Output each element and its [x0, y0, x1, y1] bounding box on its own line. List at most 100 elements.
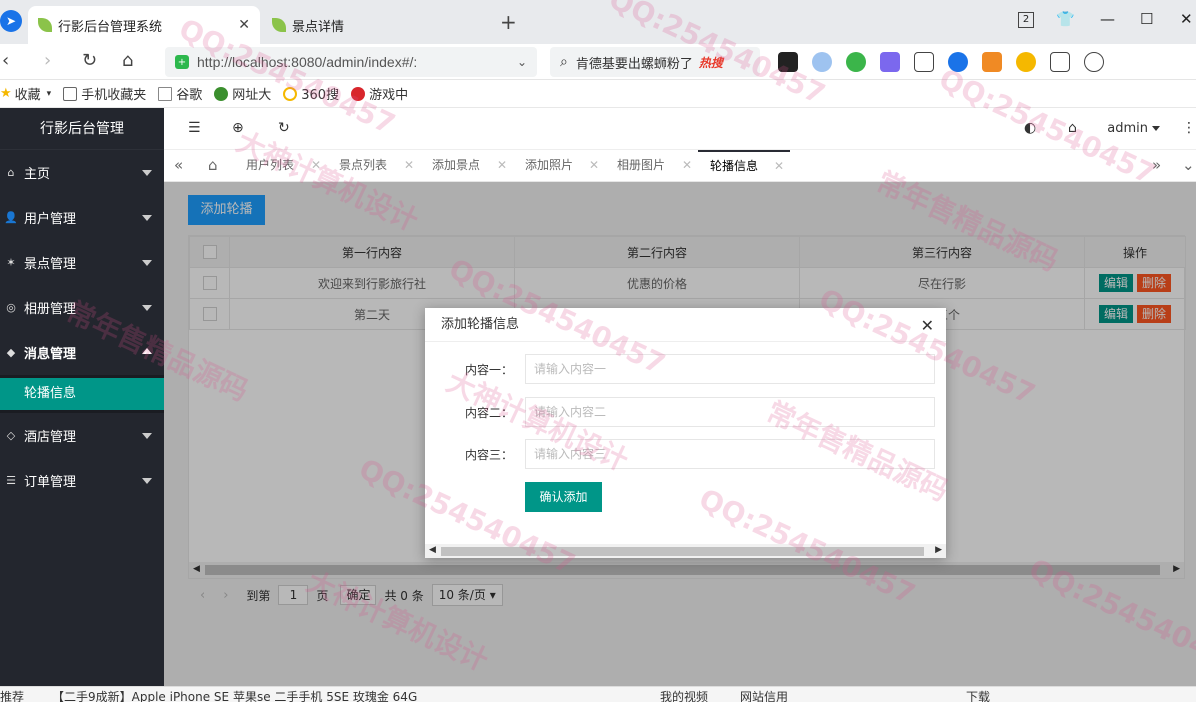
bookmark-label: 网址大 [232, 88, 272, 103]
scrollbar-thumb[interactable] [441, 547, 924, 556]
shirt-icon[interactable]: 👕 [1056, 10, 1075, 28]
bookmark-label: 手机收藏夹 [81, 88, 147, 103]
tab-album-images[interactable]: 相册图片 ✕ [605, 150, 698, 181]
game-icon[interactable] [982, 52, 1002, 72]
maximize-button[interactable]: ☐ [1140, 10, 1153, 28]
status-download[interactable]: 下载 [966, 688, 990, 702]
chevron-down-icon: ▾ [46, 88, 52, 99]
scroll-left-icon[interactable]: ◀ [429, 545, 436, 555]
tab-user-list[interactable]: 用户列表 ✕ [234, 150, 327, 181]
sidebar-item-album[interactable]: ◎ 相册管理 [0, 285, 164, 330]
browser-logo-icon[interactable]: ➤ [0, 10, 22, 32]
browser-tab-admin[interactable]: 行影后台管理系统 ✕ [28, 6, 260, 44]
bookmark-label: 谷歌 [176, 88, 203, 103]
status-site-credit[interactable]: 网站信用 [740, 688, 788, 702]
forward-icon[interactable]: › [44, 50, 51, 71]
chevron-down-icon [142, 260, 152, 266]
modal-horizontal-scrollbar[interactable]: ◀ ▶ [425, 544, 946, 558]
close-icon[interactable]: ✕ [921, 316, 934, 335]
reload-icon[interactable]: ↻ [82, 50, 97, 71]
tab-scenic-list[interactable]: 景点列表 ✕ [327, 150, 420, 181]
tabs-scroll-left-icon[interactable]: « [174, 156, 183, 174]
undo-icon[interactable] [1084, 52, 1104, 72]
search-box[interactable]: ⌕ 肯德基要出螺蛳粉了 热搜 [550, 47, 760, 77]
home-tab-icon[interactable]: ⌂ [208, 156, 218, 174]
tab-add-scenic[interactable]: 添加景点 ✕ [420, 150, 513, 181]
grid-icon[interactable] [1050, 52, 1070, 72]
sidebar-subitem-carousel[interactable]: 轮播信息 [0, 378, 164, 410]
bookmark-360[interactable]: 360搜 [283, 84, 339, 103]
window-close-button[interactable]: ✕ [1180, 10, 1193, 28]
field-label: 内容三： [465, 448, 514, 462]
bookmark-favorites[interactable]: ★ 收藏 ▾ [0, 84, 51, 103]
form-row-content3: 内容三： 请输入内容三 [425, 439, 946, 469]
status-ad-text[interactable]: 【二手9成新】Apple iPhone SE 苹果se 二手手机 5SE 玫瑰金… [52, 688, 417, 702]
status-recommend[interactable]: 推荐 [0, 688, 24, 702]
chevron-down-icon [142, 170, 152, 176]
extension-icon[interactable] [812, 52, 832, 72]
content3-input[interactable]: 请输入内容三 [525, 439, 935, 469]
sidebar-item-orders[interactable]: ☰ 订单管理 [0, 458, 164, 503]
palette-icon[interactable]: ◐ [1024, 120, 1036, 136]
ring-icon [283, 86, 298, 101]
tab-add-photo[interactable]: 添加照片 ✕ [513, 150, 605, 181]
tab-carousel-info[interactable]: 轮播信息 ✕ [698, 150, 790, 181]
home-icon: ⌂ [7, 166, 15, 179]
content2-input[interactable]: 请输入内容二 [525, 397, 935, 427]
home-icon[interactable]: ⌂ [122, 50, 133, 71]
collapse-menu-icon[interactable]: ☰ [188, 120, 201, 136]
confirm-add-button[interactable]: 确认添加 [525, 482, 602, 512]
tabs-scroll-right-icon[interactable]: » [1152, 156, 1161, 174]
sidebar-item-users[interactable]: 👤 用户管理 [0, 195, 164, 240]
bookmark-navigation[interactable]: 网址大 [214, 84, 271, 103]
minimize-button[interactable]: — [1100, 10, 1115, 28]
address-bar[interactable]: + http://localhost:8080/admin/index#/: ⌄ [165, 47, 537, 77]
extension-icon[interactable] [778, 52, 798, 72]
close-icon[interactable]: ✕ [682, 150, 692, 181]
translate-icon[interactable] [880, 52, 900, 72]
browser-statusbar: 推荐 【二手9成新】Apple iPhone SE 苹果se 二手手机 5SE … [0, 686, 1196, 702]
browser-tab-label: 景点详情 [292, 19, 345, 35]
browser-tab-scenic[interactable]: 景点详情 [262, 6, 492, 44]
coin-icon[interactable] [1016, 52, 1036, 72]
sidebar-item-messages[interactable]: ◆ 消息管理 [0, 330, 164, 375]
browser-tabbar: ➤ 行影后台管理系统 ✕ 景点详情 + 2 👕 — ☐ ✕ [0, 0, 1196, 44]
tab-count-badge[interactable]: 2 [1018, 12, 1034, 28]
close-icon[interactable]: ✕ [774, 152, 784, 180]
bookmark-google[interactable]: 谷歌 [158, 84, 202, 103]
new-tab-button[interactable]: + [500, 10, 517, 34]
scenic-icon: ✶ [6, 256, 16, 269]
close-icon[interactable]: ✕ [404, 150, 414, 181]
sidebar-item-scenic[interactable]: ✶ 景点管理 [0, 240, 164, 285]
menu-icon[interactable] [1118, 52, 1138, 72]
star-icon: ★ [0, 86, 12, 101]
bookmarks-bar: ★ 收藏 ▾ 手机收藏夹 谷歌 网址大 360搜 游戏中 [0, 80, 1196, 108]
bookmark-mobile[interactable]: 手机收藏夹 [63, 84, 146, 103]
close-icon[interactable]: ✕ [589, 150, 599, 181]
refresh-icon[interactable]: ↻ [278, 120, 290, 136]
sidebar-item-hotel[interactable]: ◇ 酒店管理 [0, 413, 164, 458]
admin-user-menu[interactable]: admin [1107, 121, 1160, 136]
add-carousel-modal: 添加轮播信息 ✕ 内容一： 请输入内容一 内容二： 请输入内容二 内容三： 请输… [425, 308, 946, 558]
extension-icon[interactable] [846, 52, 866, 72]
scissors-icon[interactable] [914, 52, 934, 72]
sidebar-item-home[interactable]: ⌂ 主页 [0, 150, 164, 195]
search-icon[interactable] [948, 52, 968, 72]
bookmark-games[interactable]: 游戏中 [351, 84, 408, 103]
tag-icon[interactable]: ⌂ [1068, 120, 1077, 136]
close-icon[interactable]: ✕ [311, 150, 321, 181]
form-row-content2: 内容二： 请输入内容二 [425, 397, 946, 427]
status-my-video[interactable]: 我的视频 [660, 688, 708, 702]
close-icon[interactable]: ✕ [238, 17, 250, 33]
chevron-down-icon[interactable]: ⌄ [517, 55, 527, 69]
globe-icon[interactable]: ⊕ [232, 120, 244, 136]
list-icon: ☰ [6, 474, 16, 487]
scroll-right-icon[interactable]: ▶ [935, 545, 942, 555]
more-icon[interactable]: ⋮ [1182, 120, 1196, 136]
chevron-down-icon[interactable]: ⌄ [1182, 156, 1195, 174]
back-icon[interactable]: ‹ [2, 50, 9, 71]
url-text: http://localhost:8080/admin/index#/: [197, 54, 418, 70]
sidebar-item-label: 相册管理 [24, 302, 77, 317]
content1-input[interactable]: 请输入内容一 [525, 354, 935, 384]
close-icon[interactable]: ✕ [497, 150, 507, 181]
